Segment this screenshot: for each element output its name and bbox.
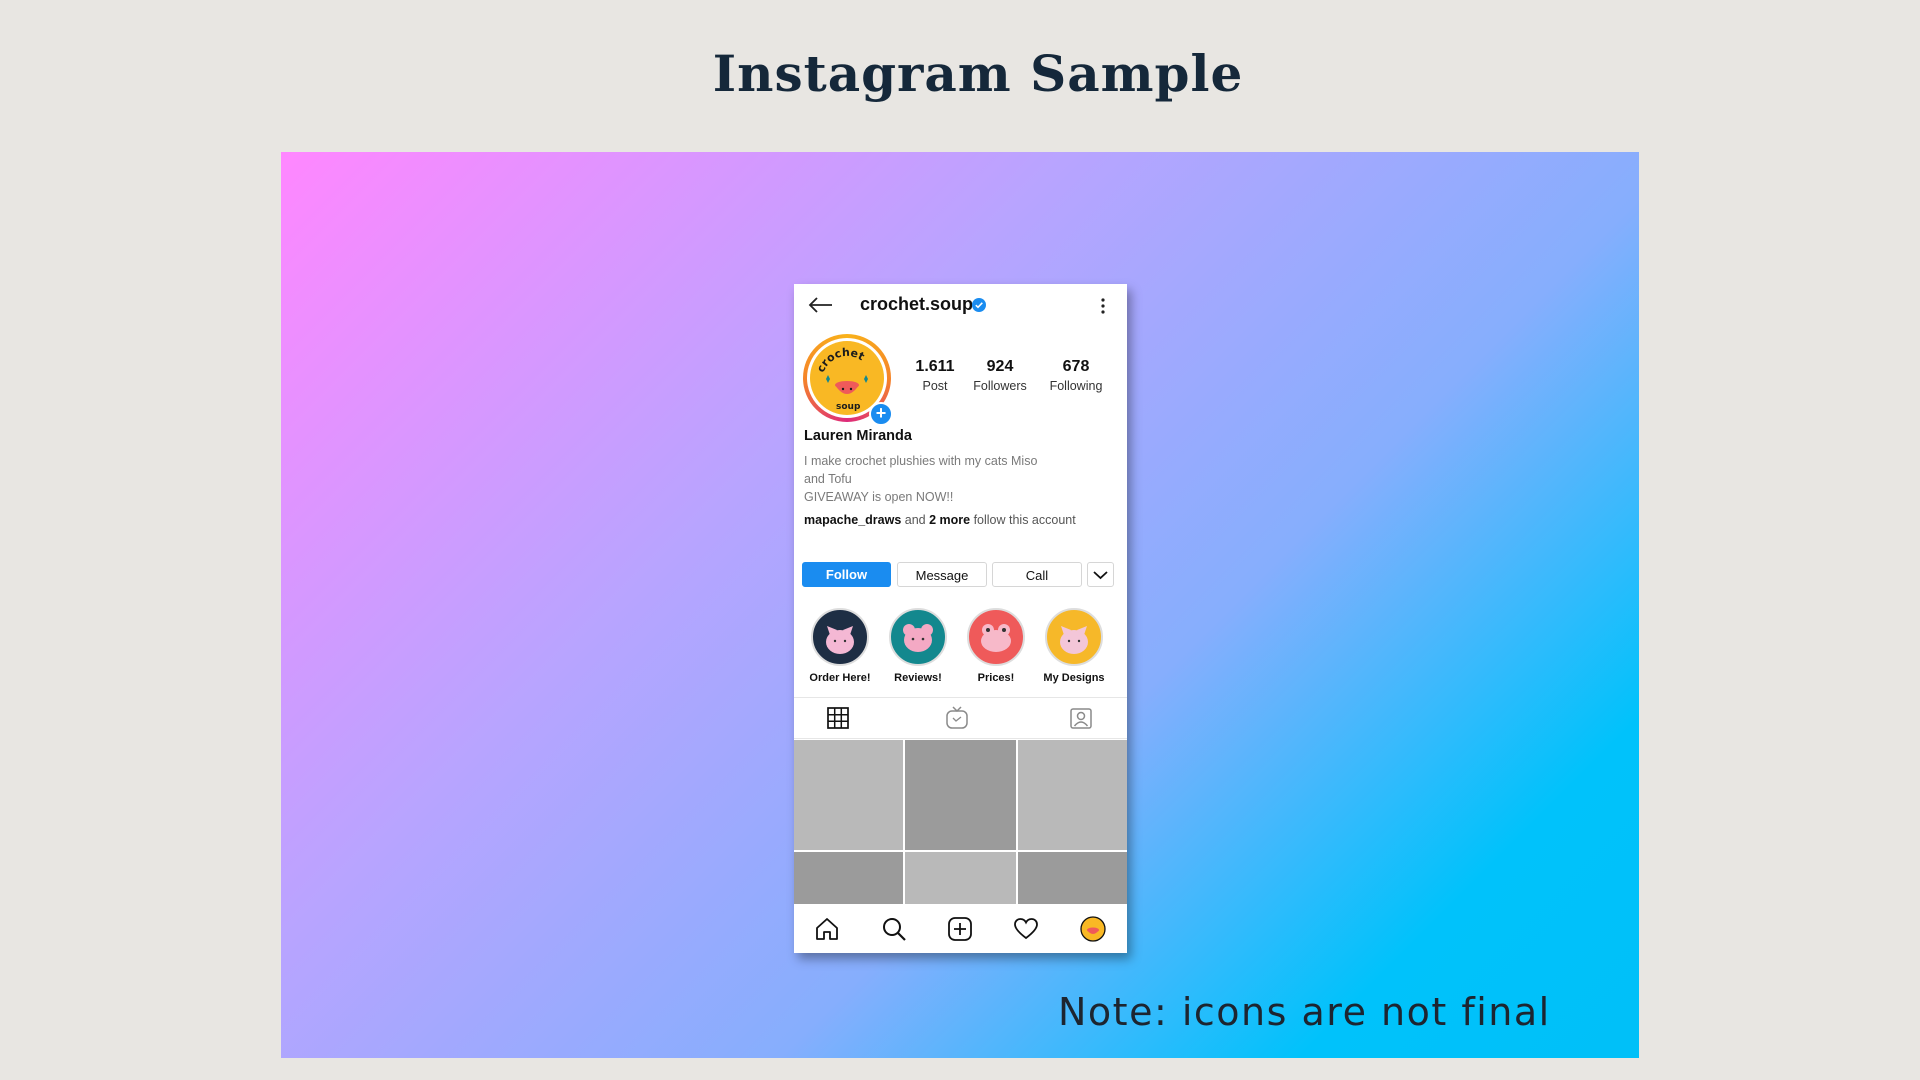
svg-text:soup: soup [836, 402, 861, 412]
cat-face-icon [811, 608, 869, 666]
grid-post[interactable] [794, 852, 903, 904]
slide-title: Instagram Sample [712, 44, 1244, 103]
search-icon[interactable] [881, 916, 907, 942]
grid-post[interactable] [1018, 740, 1127, 850]
heart-icon[interactable] [1013, 916, 1039, 942]
grid-post[interactable] [794, 740, 903, 850]
plush-bear-icon [889, 608, 947, 666]
grid-post[interactable] [905, 852, 1016, 904]
grid-post[interactable] [905, 740, 1016, 850]
profile-full-name: Lauren Miranda [804, 428, 912, 444]
call-button[interactable]: Call [992, 562, 1082, 587]
svg-text:crochet: crochet [814, 346, 867, 374]
chevron-down-icon [1093, 571, 1108, 580]
phone-mockup: crochet.soup crochet soup + 1.611 Post 9… [794, 284, 1127, 953]
stat-following[interactable]: 678 Following [1044, 358, 1108, 393]
highlight-reviews[interactable]: Reviews! [879, 608, 957, 684]
followed-by-text[interactable]: mapache_draws and 2 more follow this acc… [804, 513, 1076, 527]
grid-post[interactable] [1018, 852, 1127, 904]
highlight-my-designs[interactable]: My Designs [1035, 608, 1113, 684]
add-story-icon[interactable]: + [869, 402, 893, 426]
profile-header-bar: crochet.soup [794, 284, 1127, 326]
igtv-icon[interactable] [945, 706, 969, 730]
profile-tabs [794, 697, 1127, 739]
tagged-user-icon[interactable] [1069, 706, 1093, 730]
cat-sketch-icon [1045, 608, 1103, 666]
profile-avatar[interactable]: crochet soup + [803, 334, 893, 426]
grid-icon[interactable] [826, 706, 850, 730]
profile-avatar-icon[interactable] [1080, 916, 1106, 942]
verified-badge-icon [972, 298, 986, 312]
profile-bio: I make crochet plushies with my cats Mis… [804, 454, 1038, 504]
arrow-left-icon[interactable] [808, 296, 834, 314]
add-post-icon[interactable] [947, 916, 973, 942]
highlight-order-here[interactable]: Order Here! [801, 608, 879, 684]
frog-plush-icon [967, 608, 1025, 666]
stat-followers[interactable]: 924 Followers [968, 358, 1032, 393]
message-button[interactable]: Message [897, 562, 987, 587]
suggestions-dropdown-button[interactable] [1087, 562, 1114, 587]
more-vertical-icon[interactable] [1098, 296, 1108, 316]
profile-username: crochet.soup [860, 294, 974, 314]
bottom-navigation [794, 904, 1127, 953]
home-icon[interactable] [814, 916, 840, 942]
stat-posts[interactable]: 1.611 Post [906, 358, 964, 393]
follow-button[interactable]: Follow [802, 562, 891, 587]
slide-note: Note: icons are not final [1058, 990, 1551, 1034]
highlight-prices[interactable]: Prices! [957, 608, 1035, 684]
